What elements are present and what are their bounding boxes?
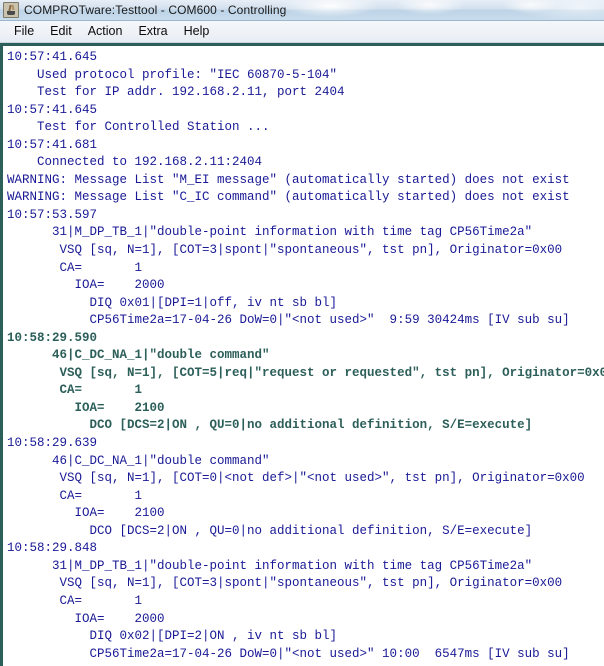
log-output-panel[interactable]: 10:57:41.645 Used protocol profile: "IEC… (0, 43, 604, 666)
log-line: 10:57:41.645 (7, 50, 98, 64)
log-line: CA= 1 (7, 383, 143, 398)
log-line: DCO [DCS=2|ON , QU=0|no additional defin… (7, 523, 533, 538)
menu-item-edit[interactable]: Edit (42, 23, 80, 40)
log-line: Used protocol profile: "IEC 60870-5-104" (7, 67, 338, 82)
log-line: IOA= 2100 (7, 506, 165, 521)
application-window: COMPROTware:Testtool - COM600 - Controll… (0, 0, 604, 666)
log-line: 46|C_DC_NA_1|"double command" (7, 348, 270, 363)
log-line: 10:58:29.848 (7, 541, 98, 556)
log-line: VSQ [sq, N=1], [COT=5|req|"request or re… (7, 365, 604, 380)
log-line: CP56Time2a=17-04-26 DoW=0|"<not used>" 9… (7, 313, 570, 328)
log-line: VSQ [sq, N=1], [COT=3|spont|"spontaneous… (7, 243, 563, 258)
menu-bar: File Edit Action Extra Help (0, 21, 604, 43)
log-line: 10:58:29.590 (7, 330, 98, 345)
log-line: 10:57:41.681 (7, 137, 98, 152)
log-line: WARNING: Message List "C_IC command" (au… (7, 190, 570, 205)
log-line: Test for IP addr. 192.168.2.11, port 240… (7, 85, 345, 100)
window-title: COMPROTware:Testtool - COM600 - Controll… (24, 3, 287, 17)
log-line: CA= 1 (7, 593, 143, 608)
log-line: CA= 1 (7, 260, 143, 275)
log-line: Connected to 192.168.2.11:2404 (7, 155, 263, 170)
log-line: IOA= 2000 (7, 611, 165, 626)
log-line: DIQ 0x01|[DPI=1|off, iv nt sb bl] (7, 295, 338, 310)
log-line: 46|C_DC_NA_1|"double command" (7, 453, 270, 468)
icon-steam-right (11, 5, 15, 10)
log-line: WARNING: Message List "M_EI message" (au… (7, 172, 570, 187)
log-line: IOA= 2100 (7, 400, 165, 415)
log-line: 10:58:29.639 (7, 436, 98, 451)
log-line: 31|M_DP_TB_1|"double-point information w… (7, 558, 533, 573)
log-line: 31|M_DP_TB_1|"double-point information w… (7, 225, 533, 240)
log-line: Test for Controlled Station ... (7, 120, 270, 135)
menu-item-help[interactable]: Help (176, 23, 218, 40)
log-line: CP56Time2a=17-04-26 DoW=0|"<not used>" 1… (7, 646, 570, 661)
menu-item-action[interactable]: Action (80, 23, 131, 40)
log-line: VSQ [sq, N=1], [COT=0|<not def>|"<not us… (7, 471, 585, 486)
log-line: IOA= 2000 (7, 278, 165, 293)
log-line: 10:57:53.597 (7, 207, 98, 222)
title-bar: COMPROTware:Testtool - COM600 - Controll… (0, 0, 604, 21)
menu-item-extra[interactable]: Extra (130, 23, 175, 40)
log-line: CA= 1 (7, 488, 143, 503)
log-text: 10:57:41.645 Used protocol profile: "IEC… (3, 48, 604, 663)
log-line: VSQ [sq, N=1], [COT=3|spont|"spontaneous… (7, 576, 563, 591)
log-line: DCO [DCS=2|ON , QU=0|no additional defin… (7, 418, 533, 433)
log-line: DIQ 0x02|[DPI=2|ON , iv nt sb bl] (7, 629, 338, 644)
icon-cup (7, 11, 15, 15)
java-app-icon (3, 2, 19, 18)
log-line: 10:57:41.645 (7, 102, 98, 117)
menu-item-file[interactable]: File (6, 23, 42, 40)
